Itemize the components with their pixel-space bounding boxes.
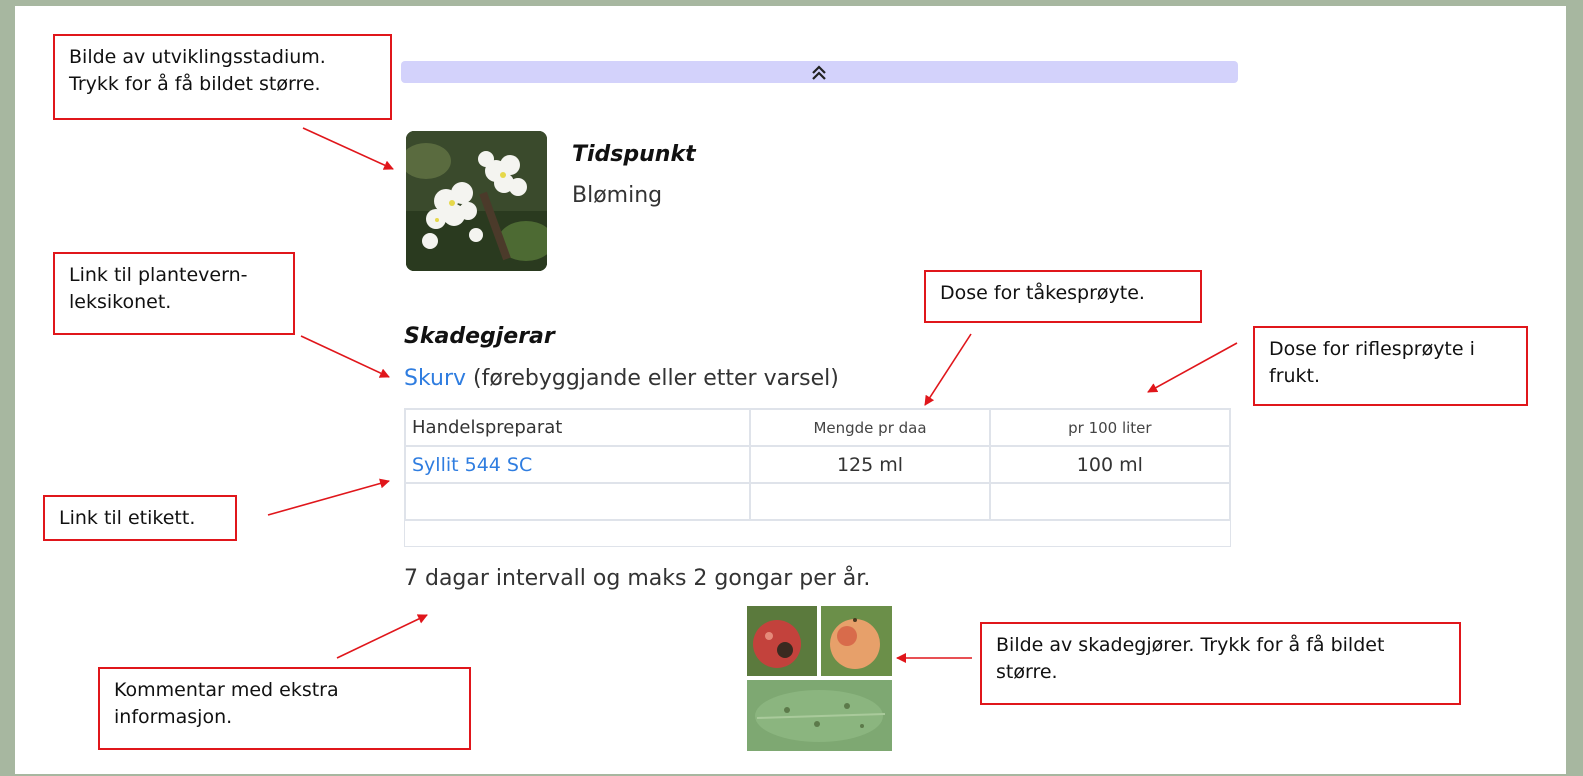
annotation-arrows [267,127,1238,663]
help-canvas: Tidspunkt Bløming Skadegjerar Skurv (før… [15,6,1566,774]
